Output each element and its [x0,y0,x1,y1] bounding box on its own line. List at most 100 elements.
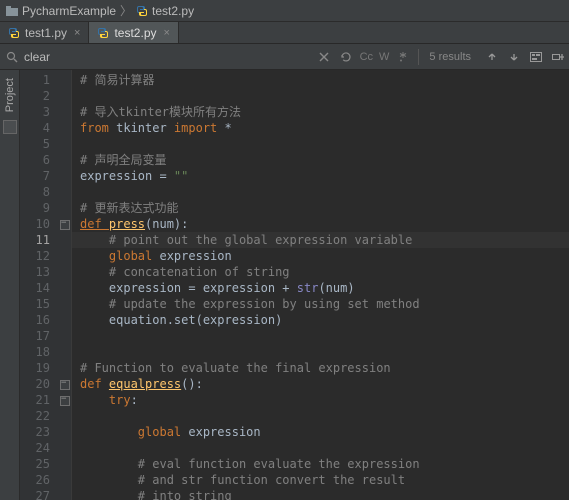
code-line[interactable] [72,328,569,344]
editor-tab[interactable]: test1.py × [0,22,89,43]
tab-label: test2.py [114,26,156,40]
fold-row [58,424,71,440]
code-line[interactable] [72,88,569,104]
find-next-button[interactable] [503,44,525,69]
line-number: 4 [20,120,58,136]
code-line[interactable] [72,408,569,424]
select-all-occurrences-button[interactable] [525,44,547,69]
line-number: 26 [20,472,58,488]
fold-row [58,440,71,456]
fold-row [58,280,71,296]
code-line[interactable]: # eval function evaluate the expression [72,456,569,472]
line-number: 5 [20,136,58,152]
code-line[interactable]: # 导入tkinter模块所有方法 [72,104,569,120]
search-icon[interactable] [4,51,20,63]
fold-row [58,344,71,360]
code-line[interactable]: try: [72,392,569,408]
fold-row [58,488,71,500]
fold-row [58,136,71,152]
clear-find-button[interactable] [313,44,335,69]
breadcrumb-file[interactable]: test2.py [136,4,194,18]
fold-toggle-icon[interactable] [58,216,71,232]
code-line[interactable] [72,344,569,360]
line-number-gutter: 1234567891011121314151617181920212223242… [20,70,58,500]
python-file-icon [136,5,148,17]
line-number: 9 [20,200,58,216]
line-number: 21 [20,392,58,408]
line-number: 25 [20,456,58,472]
code-line[interactable]: equation.set(expression) [72,312,569,328]
code-line[interactable] [72,136,569,152]
line-number: 20 [20,376,58,392]
code-line[interactable]: # and str function convert the result [72,472,569,488]
code-line[interactable]: # 更新表达式功能 [72,200,569,216]
find-history-icon[interactable] [335,44,357,69]
fold-row [58,360,71,376]
match-case-toggle[interactable]: Cc [357,51,376,63]
fold-row [58,472,71,488]
close-tab-icon[interactable]: × [164,27,170,39]
find-bar: Cc W 5 results [0,44,569,70]
line-number: 2 [20,88,58,104]
fold-row [58,152,71,168]
line-number: 6 [20,152,58,168]
fold-toggle-icon[interactable] [58,392,71,408]
fold-row [58,296,71,312]
fold-gutter [58,70,72,500]
fold-row [58,200,71,216]
code-line[interactable]: # point out the global expression variab… [72,232,569,248]
fold-row [58,328,71,344]
line-number: 10 [20,216,58,232]
breadcrumb-project-label: PycharmExample [22,4,116,18]
code-line[interactable]: global expression [72,424,569,440]
code-editor[interactable]: 1234567891011121314151617181920212223242… [20,70,569,500]
folder-icon [6,5,18,17]
project-toolwindow-button[interactable]: Project [4,74,16,116]
breadcrumb-project[interactable]: PycharmExample [6,4,116,18]
code-line[interactable]: # 声明全局变量 [72,152,569,168]
code-line[interactable]: def press(num): [72,216,569,232]
code-line[interactable]: expression = expression + str(num) [72,280,569,296]
line-number: 11 [20,232,58,248]
code-line[interactable]: # Function to evaluate the final express… [72,360,569,376]
find-prev-button[interactable] [481,44,503,69]
code-line[interactable]: def equalpress(): [72,376,569,392]
code-line[interactable]: global expression [72,248,569,264]
line-number: 13 [20,264,58,280]
line-number: 8 [20,184,58,200]
line-number: 16 [20,312,58,328]
code-line[interactable]: # 简易计算器 [72,72,569,88]
editor-tabs: test1.py × test2.py × [0,22,569,44]
regex-toggle[interactable] [392,44,414,69]
python-file-icon [97,27,109,39]
fold-toggle-icon[interactable] [58,376,71,392]
code-area[interactable]: # 简易计算器 # 导入tkinter模块所有方法from tkinter imp… [72,70,569,500]
fold-row [58,184,71,200]
editor-tab[interactable]: test2.py × [89,22,178,43]
breadcrumb-separator-icon: 〉 [120,2,132,19]
code-line[interactable]: from tkinter import * [72,120,569,136]
line-number: 15 [20,296,58,312]
code-line[interactable]: # concatenation of string [72,264,569,280]
code-line[interactable]: # into string [72,488,569,500]
line-number: 23 [20,424,58,440]
fold-row [58,72,71,88]
find-input[interactable] [20,48,220,66]
python-file-icon [8,27,20,39]
tab-label: test1.py [25,26,67,40]
find-results-count: 5 results [429,51,471,63]
line-number: 22 [20,408,58,424]
fold-row [58,248,71,264]
close-tab-icon[interactable]: × [74,27,80,39]
whole-word-toggle[interactable]: W [376,51,392,63]
code-line[interactable] [72,184,569,200]
code-line[interactable]: # update the expression by using set met… [72,296,569,312]
tool-window-stripe: Project [0,70,20,500]
add-selection-button[interactable] [547,44,569,69]
toolwindow-icon[interactable] [3,120,17,134]
fold-row [58,104,71,120]
code-line[interactable]: expression = "" [72,168,569,184]
line-number: 3 [20,104,58,120]
code-line[interactable] [72,440,569,456]
breadcrumb: PycharmExample 〉 test2.py [0,0,569,22]
